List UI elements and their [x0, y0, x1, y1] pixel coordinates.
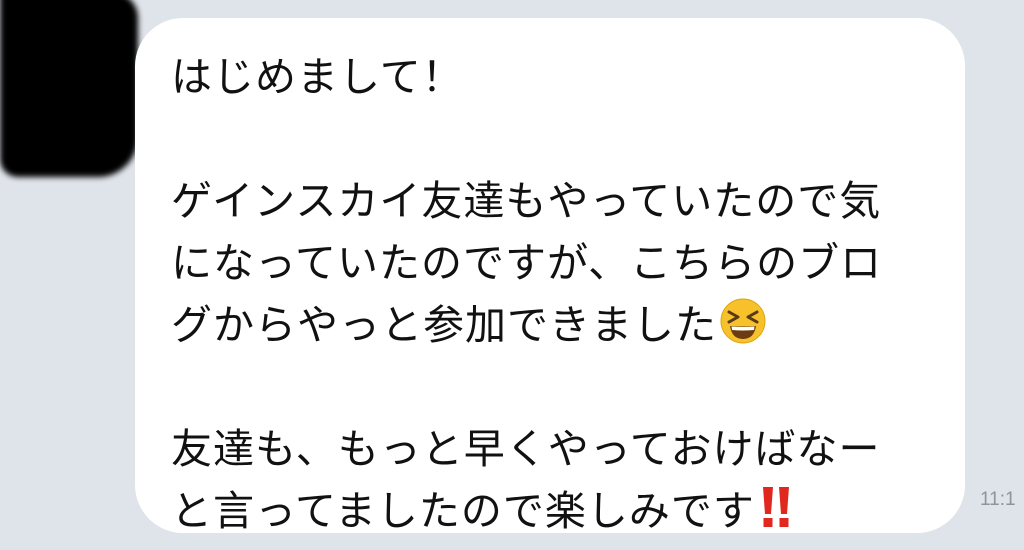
message-line: ゲインスカイ友達もやっていたので気 [171, 177, 882, 225]
message-line-blank [171, 356, 945, 418]
redacted-avatar [0, 0, 138, 177]
message-line: になっていたのですが、こちらのブロ [171, 239, 883, 287]
message-line-text: グからやっと参加できました [171, 301, 717, 349]
message-line-with-emoji: と言ってましたので楽しみです [171, 480, 945, 542]
message-line: はじめまして！ [171, 53, 464, 101]
message-text: はじめまして！ ゲインスカイ友達もやっていたので気 になっていたのですが、こちら… [171, 46, 945, 542]
message-line-text: と言ってましたので楽しみです [171, 487, 755, 535]
message-line: 友達も、もっと早くやっておけばなー [171, 425, 881, 473]
message-line-with-emoji: グからやっと参加できました [171, 294, 945, 356]
double-exclamation-icon [757, 483, 797, 548]
message-timestamp: 11:1 [980, 489, 1016, 510]
grinning-squinting-face-icon [719, 297, 767, 362]
message-line-blank [171, 108, 945, 170]
chat-message-bubble[interactable]: はじめまして！ ゲインスカイ友達もやっていたので気 になっていたのですが、こちら… [135, 18, 965, 535]
